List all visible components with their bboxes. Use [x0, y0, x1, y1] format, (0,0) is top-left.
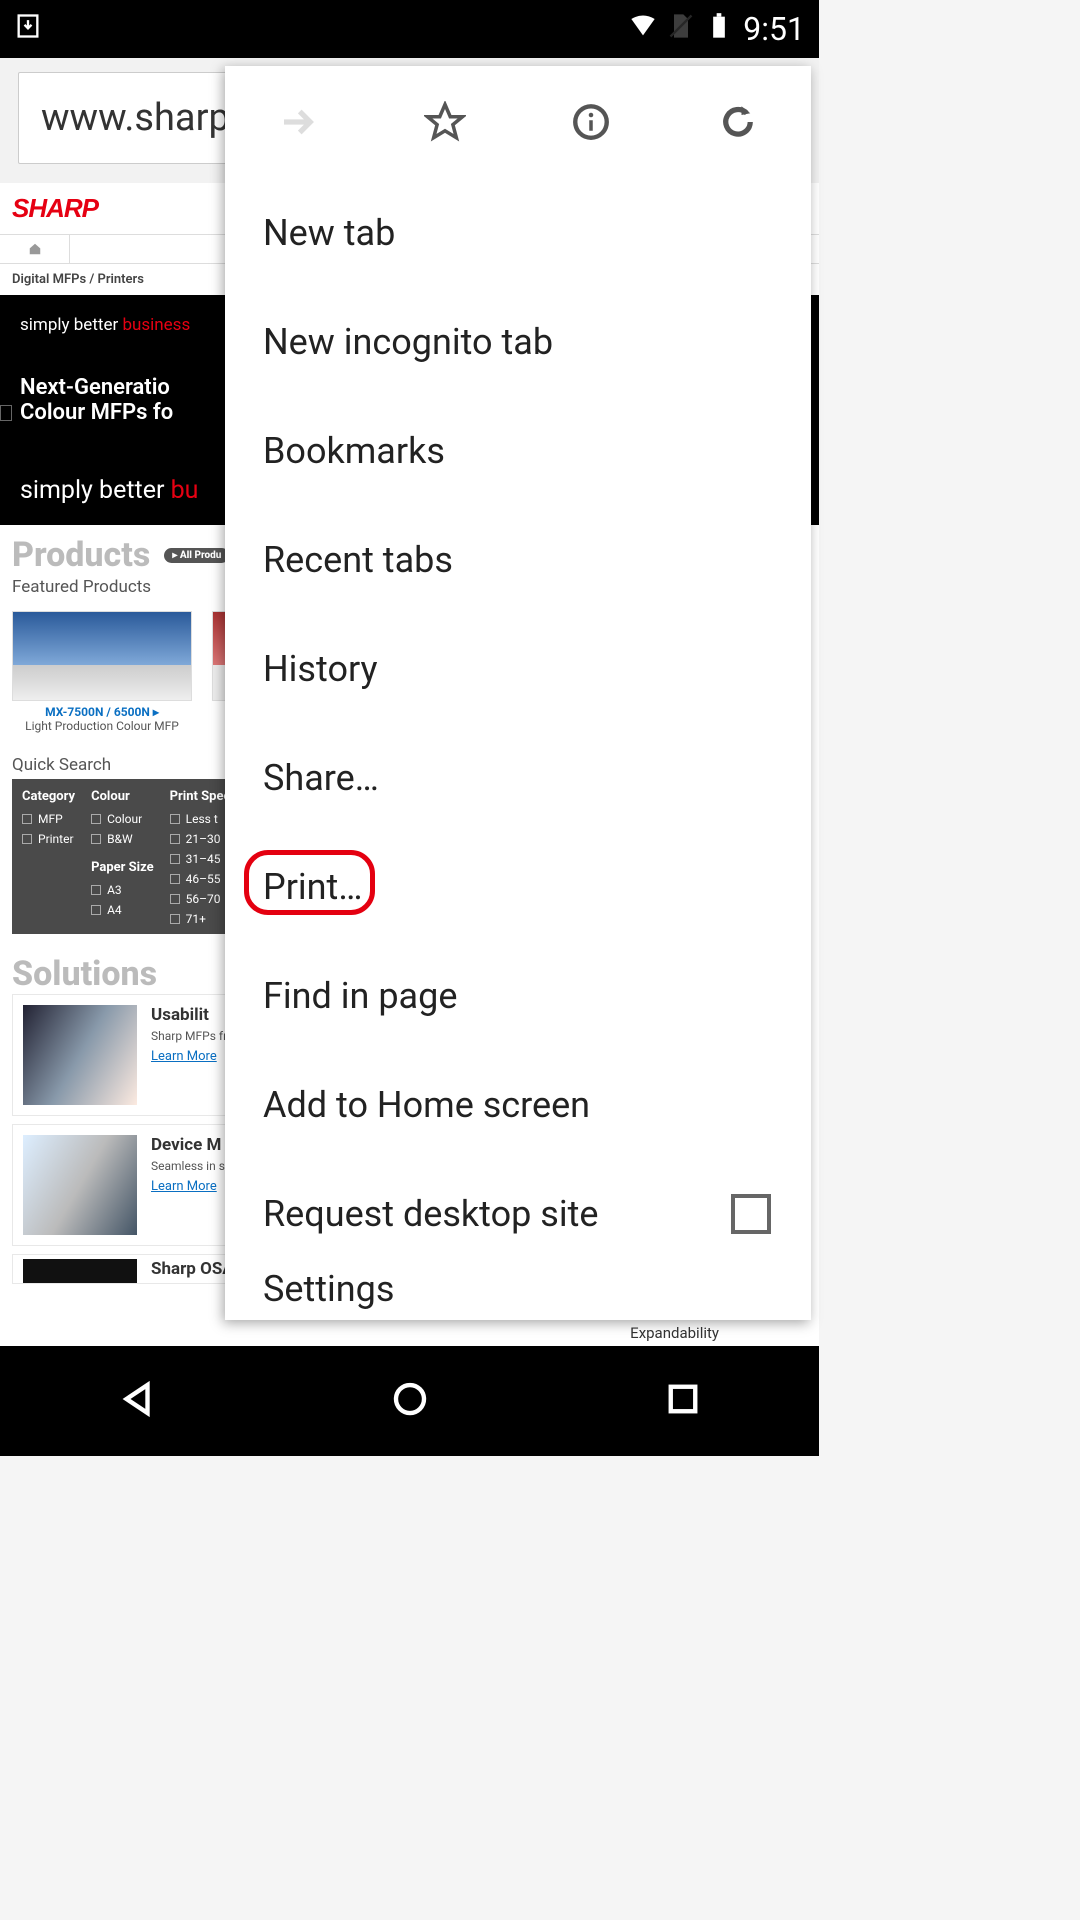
learn-more-link[interactable]: Learn More: [151, 1179, 217, 1194]
checkbox-s5[interactable]: [170, 894, 180, 904]
banner-tagline-b: simply better: [20, 476, 164, 505]
checkbox-mfp[interactable]: [22, 814, 32, 824]
checkbox-bw[interactable]: [91, 834, 101, 844]
reload-icon: [717, 101, 759, 143]
menu-item-label: New tab: [263, 212, 395, 254]
product-description: Light Production Colour MFP: [12, 719, 192, 733]
android-nav-bar: [0, 1346, 819, 1456]
circle-home-icon: [389, 1378, 431, 1420]
menu-add-to-home-screen[interactable]: Add to Home screen: [225, 1050, 811, 1159]
menu-history[interactable]: History: [225, 614, 811, 723]
home-icon: [28, 242, 42, 256]
qs-bw: B&W: [107, 832, 133, 846]
checkbox-printer[interactable]: [22, 834, 32, 844]
url-text: www.sharp: [41, 96, 230, 140]
products-heading-text: Products: [12, 535, 150, 575]
nav-home[interactable]: [0, 235, 70, 263]
qs-category-header: Category: [22, 789, 75, 804]
menu-bookmarks[interactable]: Bookmarks: [225, 396, 811, 505]
checkbox-s1[interactable]: [170, 814, 180, 824]
learn-more-link[interactable]: Learn More: [151, 1049, 217, 1064]
menu-item-label: History: [263, 648, 378, 690]
menu-item-label: Recent tabs: [263, 539, 453, 581]
menu-item-label: New incognito tab: [263, 321, 553, 363]
checkbox-s6[interactable]: [170, 914, 180, 924]
product-name: MX-7500N / 6500N ▸: [12, 705, 192, 719]
expandability-label: Expandability: [630, 1324, 719, 1342]
qs-s2: 21–30: [186, 832, 221, 846]
star-icon: [424, 101, 466, 143]
triangle-back-icon: [116, 1378, 158, 1420]
all-products-button[interactable]: ▸ All Produ: [164, 548, 229, 563]
download-icon: [14, 10, 42, 48]
qs-a3: A3: [107, 883, 122, 897]
menu-recent-tabs[interactable]: Recent tabs: [225, 505, 811, 614]
menu-new-tab[interactable]: New tab: [225, 178, 811, 287]
menu-item-label: Share…: [263, 757, 379, 799]
checkbox-s2[interactable]: [170, 834, 180, 844]
qs-printer: Printer: [38, 832, 74, 846]
solution-image: [23, 1005, 137, 1105]
carousel-indicator[interactable]: [0, 405, 12, 421]
status-time: 9:51: [743, 10, 805, 48]
bookmark-button[interactable]: [423, 100, 467, 144]
reload-button[interactable]: [716, 100, 760, 144]
home-button[interactable]: [389, 1378, 431, 1424]
desktop-site-checkbox[interactable]: [731, 1194, 771, 1234]
menu-item-label: Print…: [263, 866, 362, 908]
back-button[interactable]: [116, 1378, 158, 1424]
menu-print[interactable]: Print…: [225, 832, 811, 941]
info-icon: [570, 101, 612, 143]
qs-s6: 71+: [186, 912, 206, 926]
menu-item-label: Bookmarks: [263, 430, 445, 472]
checkbox-a3[interactable]: [91, 885, 101, 895]
menu-new-incognito-tab[interactable]: New incognito tab: [225, 287, 811, 396]
checkbox-s3[interactable]: [170, 854, 180, 864]
no-sim-icon: [667, 10, 695, 48]
menu-share[interactable]: Share…: [225, 723, 811, 832]
status-bar: 9:51: [0, 0, 819, 58]
qs-s1: Less t: [186, 812, 218, 826]
menu-item-label: Find in page: [263, 975, 457, 1017]
menu-item-label: Settings: [263, 1268, 394, 1310]
qs-s4: 46–55: [186, 872, 221, 886]
checkbox-a4[interactable]: [91, 905, 101, 915]
wifi-icon: [629, 10, 657, 48]
menu-find-in-page[interactable]: Find in page: [225, 941, 811, 1050]
qs-a4: A4: [107, 903, 122, 917]
square-recents-icon: [662, 1378, 704, 1420]
solution-image: [23, 1135, 137, 1235]
product-image: [12, 611, 192, 701]
forward-button[interactable]: [276, 100, 320, 144]
solution-image: [23, 1259, 137, 1284]
menu-settings[interactable]: Settings: [225, 1268, 811, 1312]
checkbox-s4[interactable]: [170, 874, 180, 884]
qs-speed-header: Print Spee: [170, 789, 231, 804]
qs-s5: 56–70: [186, 892, 221, 906]
recents-button[interactable]: [662, 1378, 704, 1424]
battery-icon: [705, 10, 733, 48]
browser-overflow-menu: New tab New incognito tab Bookmarks Rece…: [225, 66, 811, 1320]
qs-s3: 31–45: [186, 852, 221, 866]
menu-request-desktop-site[interactable]: Request desktop site: [225, 1159, 811, 1268]
menu-item-label: Request desktop site: [263, 1193, 598, 1235]
product-card[interactable]: MX-7500N / 6500N ▸ Light Production Colo…: [12, 611, 192, 733]
qs-colour-header: Colour: [91, 789, 154, 804]
banner-tagline-a: simply better: [20, 315, 118, 335]
qs-colour: Colour: [107, 812, 142, 826]
arrow-forward-icon: [277, 101, 319, 143]
banner-tagline-a-accent: business: [122, 315, 190, 335]
menu-item-label: Add to Home screen: [263, 1084, 590, 1126]
qs-mfp: MFP: [38, 812, 63, 826]
banner-tagline-b-accent: bu: [171, 476, 199, 505]
qs-paper-header: Paper Size: [91, 860, 154, 875]
checkbox-colour[interactable]: [91, 814, 101, 824]
page-info-button[interactable]: [569, 100, 613, 144]
